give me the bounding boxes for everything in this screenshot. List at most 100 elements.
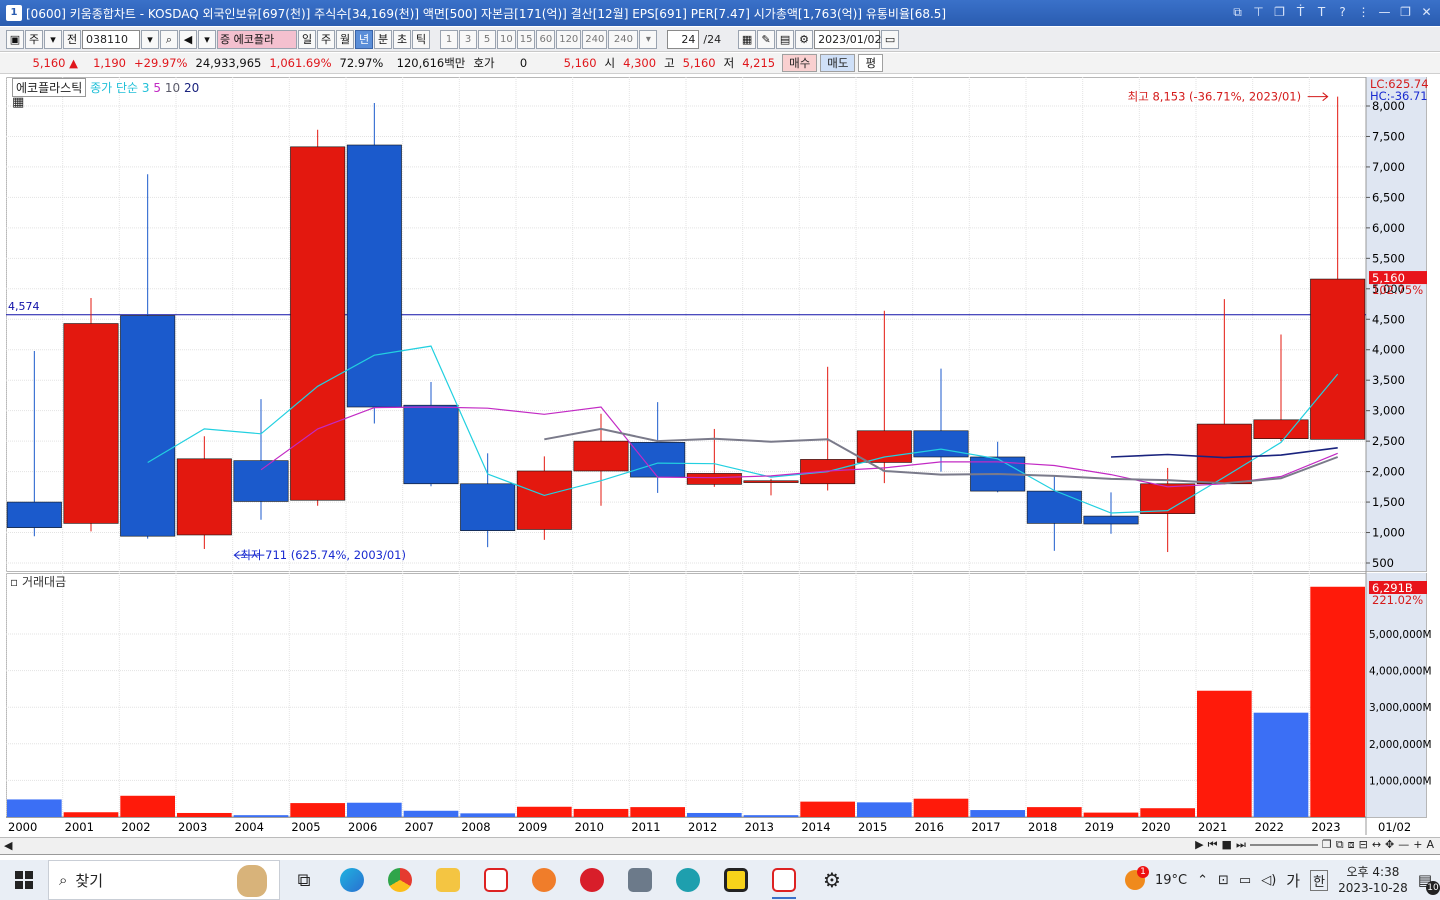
period-month[interactable]: 월	[336, 29, 354, 49]
candle-body	[6, 501, 62, 528]
interval-60[interactable]: 60	[536, 29, 556, 49]
zoom-in-icon[interactable]: +	[1413, 838, 1422, 852]
zoom-out-icon[interactable]: —	[1398, 838, 1409, 852]
ime-hangul[interactable]: 한	[1310, 869, 1329, 891]
clock-date: 2023-10-28	[1338, 881, 1408, 895]
arrow-left-right-icon[interactable]: ↔	[1372, 838, 1381, 852]
kiwoom-red-icon[interactable]	[568, 860, 616, 900]
price: 5,160 ▲	[0, 56, 82, 70]
cascade-icon[interactable]: ❐	[1270, 3, 1289, 21]
stock-name-field[interactable]: 증 에코플라	[217, 29, 297, 49]
weather-temp[interactable]: 19°C	[1155, 873, 1187, 888]
mode-select-b[interactable]: 전	[63, 29, 81, 49]
period-minute[interactable]: 분	[374, 29, 392, 49]
even-button[interactable]: 평	[858, 54, 884, 72]
chevron-down-icon[interactable]: ▾	[44, 29, 62, 49]
chart-area[interactable]: 2000 2001 2002 2003 2004 2005 2006 2007 2008 2009…	[6, 77, 1434, 837]
search-icon[interactable]: ⌕	[160, 29, 178, 49]
file-explorer-icon[interactable]	[424, 860, 472, 900]
sell-button[interactable]: 매도	[820, 54, 856, 72]
ime-mode[interactable]: 가	[1286, 870, 1300, 891]
low-annotation: 최저 711 (625.74%, 2003/01)	[240, 548, 406, 562]
speaker-dropdown-icon[interactable]: ▾	[198, 29, 216, 49]
restore-icon[interactable]: ❐	[1396, 3, 1415, 21]
period-day[interactable]: 일	[298, 29, 316, 49]
help-icon[interactable]: ?	[1333, 3, 1352, 21]
period-year[interactable]: 년	[355, 29, 373, 49]
close-icon[interactable]: ✕	[1417, 3, 1436, 21]
volume-bar	[517, 806, 572, 817]
sticky-notes-icon[interactable]	[712, 860, 760, 900]
calendar-icon[interactable]: ▭	[881, 29, 900, 49]
buy-button[interactable]: 매수	[782, 54, 818, 72]
code-dropdown-icon[interactable]: ▾	[141, 29, 159, 49]
date-input[interactable]: 2023/01/02	[814, 29, 882, 49]
minimize-icon[interactable]: —	[1375, 3, 1394, 21]
legend-ma10: 10	[164, 81, 181, 95]
kiwoom-hero-icon[interactable]	[472, 860, 520, 900]
interval-120[interactable]: 120	[556, 29, 582, 49]
stop-icon[interactable]: ■	[1222, 838, 1232, 852]
window-icon[interactable]: ❐	[1322, 838, 1332, 852]
move-icon[interactable]: ✥	[1385, 838, 1394, 852]
edge-icon[interactable]	[328, 860, 376, 900]
interval-10[interactable]: 10	[497, 29, 516, 49]
weather-icon[interactable]: 1	[1124, 866, 1149, 890]
period-week[interactable]: 주	[317, 29, 335, 49]
rewind-icon[interactable]: ⏮	[1208, 838, 1218, 852]
split-icon[interactable]: ⊟	[1359, 838, 1368, 852]
auto-icon[interactable]: A	[1426, 838, 1434, 852]
interval-240-select[interactable]: 240	[608, 29, 639, 49]
period-tick[interactable]: 틱	[412, 29, 430, 49]
mode-select-a[interactable]: 주	[25, 29, 43, 49]
chrome-icon[interactable]	[376, 860, 424, 900]
interval-3[interactable]: 3	[459, 29, 477, 49]
candle-body	[856, 430, 912, 463]
scroll-left-icon[interactable]: ◀	[4, 839, 12, 852]
play-icon[interactable]: ▶	[1195, 838, 1203, 852]
period-second[interactable]: 초	[393, 29, 411, 49]
layout-icon[interactable]: ▣	[6, 29, 24, 49]
grid-icon[interactable]: ▦	[738, 29, 757, 49]
start-button[interactable]	[0, 860, 48, 900]
task-view-icon[interactable]: ⧉	[280, 860, 328, 900]
link-icon[interactable]: ⧉	[1228, 3, 1247, 21]
notification-icon[interactable]: ▤ 10	[1418, 871, 1440, 895]
code-input[interactable]: 038110	[82, 29, 140, 49]
search-box[interactable]: ⌕ 찾기	[48, 860, 280, 900]
clock[interactable]: 오후 4:38 2023-10-28	[1338, 864, 1408, 896]
tile-icon[interactable]: ⧉	[1336, 838, 1344, 852]
speaker-icon[interactable]: ◀	[179, 29, 197, 49]
interval-dropdown-icon[interactable]: ▾	[639, 29, 658, 49]
chevron-up-icon[interactable]: ⌃	[1197, 873, 1208, 888]
text-icon[interactable]: T	[1312, 3, 1331, 21]
gear-icon[interactable]: ⚙	[795, 29, 814, 49]
save-icon[interactable]: ▤	[776, 29, 795, 49]
scroll-bar[interactable]: ◀ ▶ ⏮ ■ ⏭ ❐ ⧉ ⧈ ⊟ ↔ ✥ — + A	[0, 837, 1440, 855]
display-icon[interactable]: ▭	[1239, 873, 1251, 888]
volume-icon[interactable]: ◁)	[1261, 873, 1276, 888]
network-icon[interactable]: ⊡	[1218, 873, 1229, 888]
candlestick-chart[interactable]: 2000 2001 2002 2003 2004 2005 2006 2007 2008 2009…	[6, 77, 1434, 837]
font-icon[interactable]: Ṫ	[1291, 3, 1310, 21]
kiwoom-orange-icon[interactable]	[520, 860, 568, 900]
interval-15[interactable]: 15	[516, 29, 536, 49]
interval-240[interactable]: 240	[582, 29, 608, 49]
forward-icon[interactable]: ⏭	[1236, 838, 1246, 852]
table-icon[interactable]: ▦	[12, 95, 24, 110]
draw-icon[interactable]: ✎	[757, 29, 776, 49]
interval-1[interactable]: 1	[440, 29, 458, 49]
calculator-icon[interactable]	[616, 860, 664, 900]
teal-app-icon[interactable]	[664, 860, 712, 900]
settings-icon[interactable]: ⚙	[808, 860, 856, 900]
y-tick-label: 1,500	[1372, 495, 1405, 509]
pin-icon[interactable]: ⊤	[1249, 3, 1268, 21]
kiwoom-active-icon[interactable]	[760, 860, 808, 900]
cascade-small-icon[interactable]: ⧈	[1348, 838, 1355, 852]
interval-5[interactable]: 5	[478, 29, 496, 49]
x-tick-label: 2002	[121, 820, 150, 834]
zoom-slider[interactable]	[1249, 838, 1318, 846]
y-tick-label: 7,500	[1372, 129, 1405, 143]
open-price: 4,300	[623, 56, 657, 70]
count-input[interactable]: 24	[667, 29, 700, 49]
